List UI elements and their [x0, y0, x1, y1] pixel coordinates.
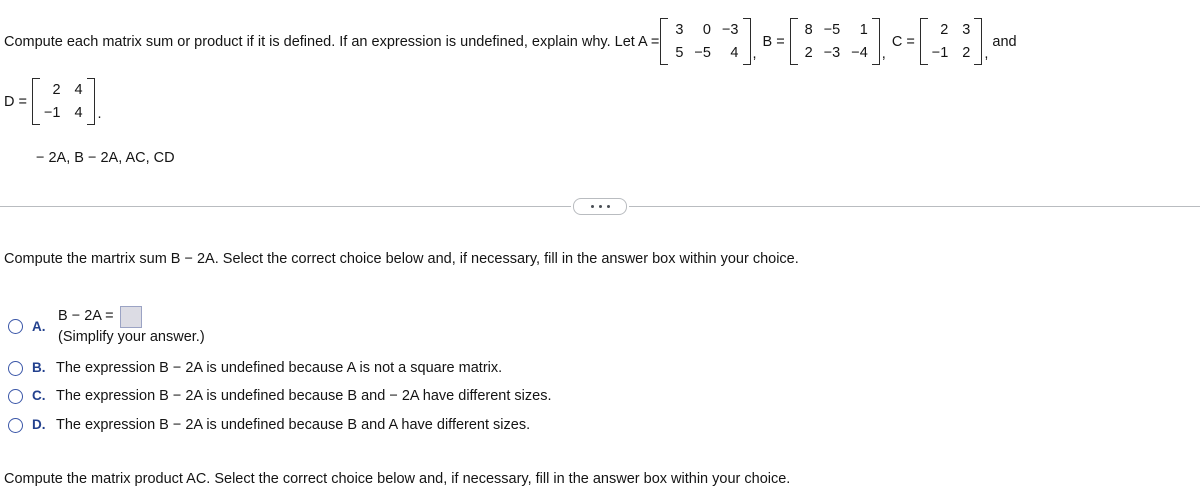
matrix-a-grid: 3 0 −3 5 −5 4	[668, 18, 742, 65]
matrix-cell: −3	[721, 22, 739, 38]
matrix-a: 3 0 −3 5 −5 4	[660, 18, 751, 66]
matrix-cell: 2	[962, 45, 971, 62]
choice-option-d[interactable]: D. The expression B − 2A is undefined be…	[8, 416, 1108, 436]
matrix-cell: 8	[804, 22, 813, 38]
matrix-d-grid: 2 4 −1 4	[40, 78, 87, 125]
choice-letter-b: B.	[32, 359, 46, 375]
separator-comma: ,	[984, 46, 989, 63]
choice-option-a[interactable]: A. B − 2A = (Simplify your answer.)	[8, 306, 1108, 348]
radio-button-a[interactable]	[8, 319, 23, 335]
choice-a-expression: B − 2A =	[58, 308, 114, 325]
matrix-cell: −3	[823, 45, 841, 62]
dot-icon	[598, 204, 602, 208]
matrix-cell: −4	[851, 45, 868, 62]
bracket-left-icon	[789, 18, 798, 66]
matrix-cell: 4	[74, 82, 83, 98]
answer-input-a[interactable]	[119, 306, 142, 328]
matrix-cell: 0	[702, 22, 711, 38]
sentence-period: .	[97, 106, 102, 123]
radio-button-c[interactable]	[8, 389, 23, 405]
answer-choice-group: A. B − 2A = (Simplify your answer.) B. T…	[8, 306, 1108, 444]
matrix-d-expression: D = 2 4 −1 4 .	[4, 78, 102, 126]
matrix-cell: 5	[675, 45, 684, 62]
matrix-cell: −5	[694, 45, 711, 62]
matrix-cell: −5	[823, 22, 841, 38]
more-options-ellipsis-icon[interactable]	[573, 197, 627, 215]
choice-letter-a: A.	[32, 319, 46, 335]
matrix-b-grid: 8 −5 1 2 −3 −4	[798, 18, 872, 65]
bracket-right-icon	[86, 78, 95, 126]
matrix-cell: 2	[52, 82, 61, 98]
matrix-c: 2 3 −1 2	[919, 18, 983, 66]
radio-button-b[interactable]	[8, 360, 23, 376]
choice-option-b[interactable]: B. The expression B − 2A is undefined be…	[8, 359, 1108, 379]
expression-list: − 2A, B − 2A, AC, CD	[36, 150, 175, 166]
matrix-b: 8 −5 1 2 −3 −4	[789, 18, 880, 66]
matrix-cell: −1	[43, 105, 61, 122]
choice-a-simplify-note: (Simplify your answer.)	[58, 329, 205, 345]
bracket-left-icon	[919, 18, 928, 66]
matrix-cell: −1	[931, 45, 949, 62]
matrix-c-label: C =	[891, 33, 915, 50]
matrix-cell: 1	[859, 22, 868, 38]
choice-letter-d: D.	[32, 416, 46, 432]
bracket-right-icon	[974, 18, 983, 66]
matrix-cell: 2	[804, 45, 813, 62]
problem-statement: Compute each matrix sum or product if it…	[4, 18, 1017, 66]
choice-letter-c: C.	[32, 388, 46, 404]
matrix-a-expression: 3 0 −3 5 −5 4 ,	[659, 18, 757, 66]
matrix-d: 2 4 −1 4	[31, 78, 95, 126]
dot-icon	[590, 204, 594, 208]
matrix-cell: 4	[730, 45, 739, 62]
bracket-right-icon	[742, 18, 751, 66]
matrix-cell: 3	[962, 22, 971, 38]
choice-c-text: The expression B − 2A is undefined becau…	[56, 388, 552, 405]
question-1-prompt: Compute the martrix sum B − 2A. Select t…	[4, 251, 799, 267]
and-conjunction: and	[992, 33, 1017, 50]
problem-stem-text: Compute each matrix sum or product if it…	[4, 33, 660, 50]
matrix-cell: 4	[74, 105, 83, 122]
matrix-d-label: D =	[4, 93, 27, 110]
matrix-c-expression: C = 2 3 −1 2 ,	[886, 18, 989, 66]
choice-a-body: B − 2A = (Simplify your answer.)	[58, 306, 205, 348]
divider-line-right	[629, 205, 1200, 207]
matrix-b-expression: B = 8 −5 1 2 −3 −4 ,	[757, 18, 886, 66]
matrix-cell: 2	[940, 22, 949, 38]
bracket-left-icon	[660, 18, 669, 66]
bracket-left-icon	[31, 78, 40, 126]
choice-option-c[interactable]: C. The expression B − 2A is undefined be…	[8, 387, 1108, 407]
dot-icon	[606, 204, 610, 208]
choice-b-text: The expression B − 2A is undefined becau…	[56, 359, 503, 376]
radio-button-d[interactable]	[8, 417, 23, 433]
matrix-c-grid: 2 3 −1 2	[928, 18, 975, 65]
choice-a-expression-line: B − 2A =	[58, 306, 205, 328]
matrix-b-label: B =	[762, 33, 785, 50]
choice-d-text: The expression B − 2A is undefined becau…	[56, 416, 531, 433]
divider-line-left	[0, 205, 571, 207]
matrix-cell: 3	[675, 22, 684, 38]
bracket-right-icon	[871, 18, 880, 66]
section-divider	[0, 197, 1200, 215]
question-2-prompt: Compute the matrix product AC. Select th…	[4, 471, 791, 487]
